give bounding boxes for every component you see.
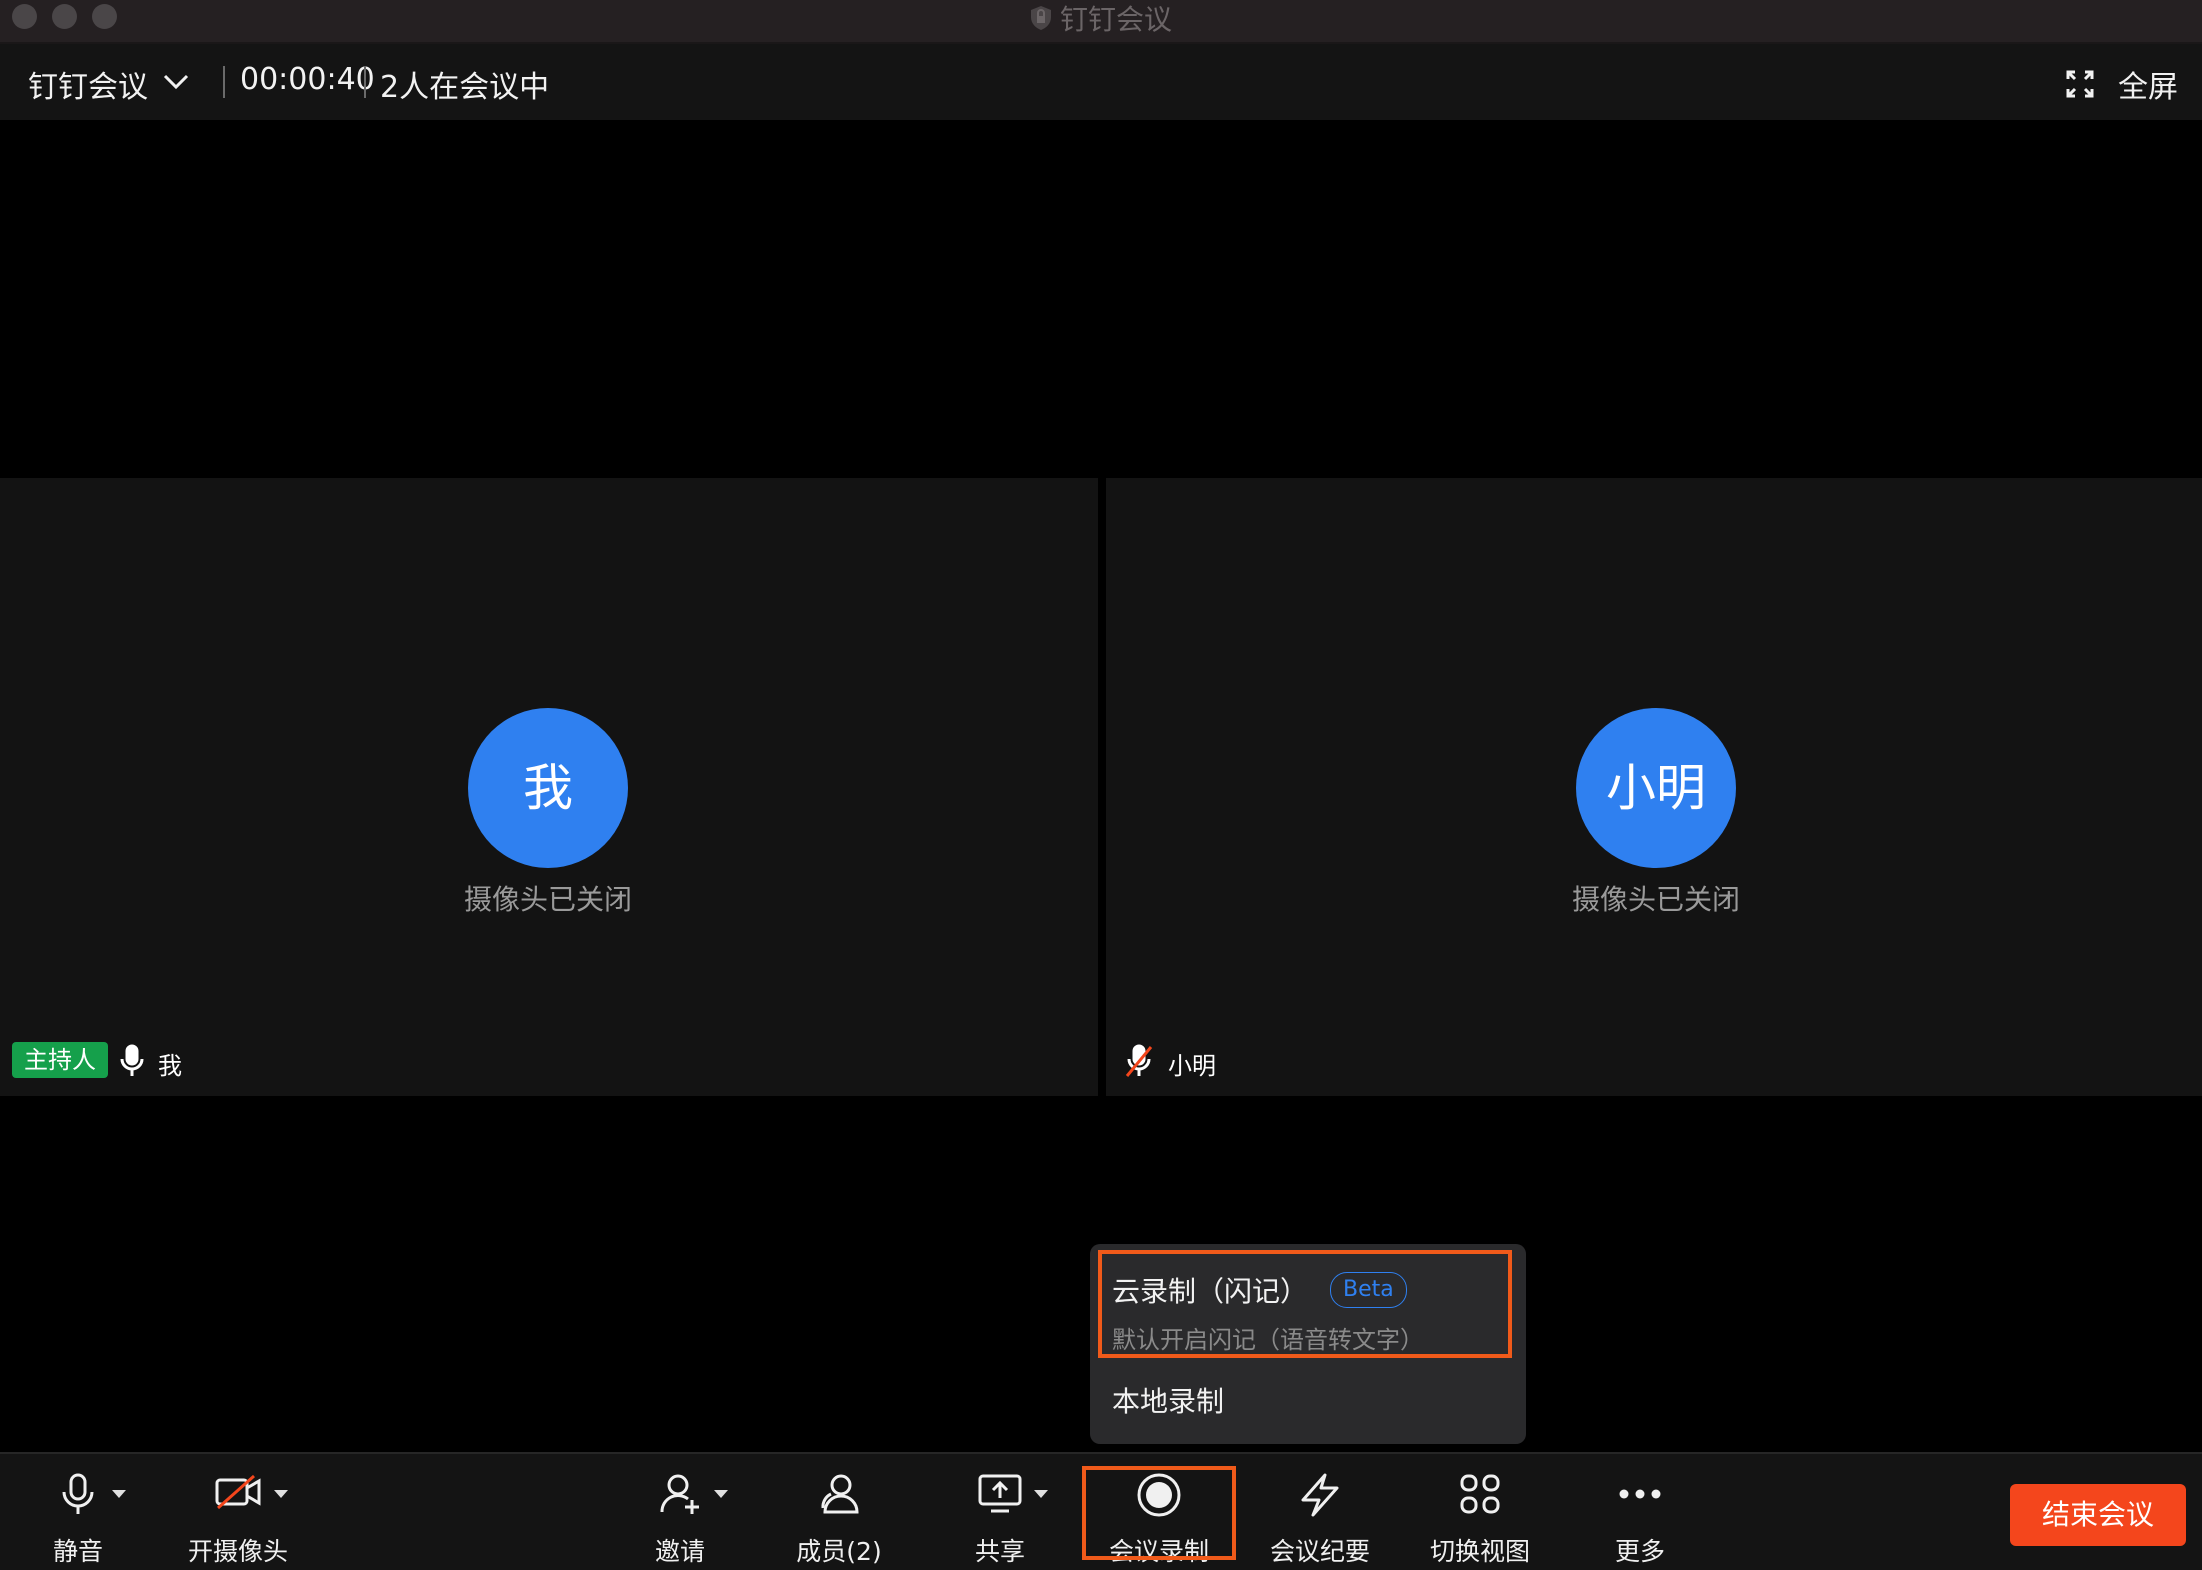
camera-off-text: 摄像头已关闭 <box>1571 883 1740 916</box>
end-meeting-button[interactable]: 结束会议 <box>2010 1484 2186 1546</box>
more-button[interactable]: 更多 <box>1590 1454 1690 1570</box>
minutes-button[interactable]: 会议纪要 <box>1264 1454 1376 1570</box>
record-button-highlight <box>1082 1466 1236 1560</box>
meeting-topbar: 钉钉会议 00:00:40 2人在会议中 全屏 <box>0 44 2202 120</box>
video-tile-xiaoming[interactable]: 小明 摄像头已关闭 小明 <box>1106 478 2202 1096</box>
meeting-timer: 00:00:40 <box>240 62 375 97</box>
chevron-down-icon[interactable] <box>160 66 192 102</box>
divider <box>223 66 225 98</box>
share-label: 共享 <box>974 1537 1025 1566</box>
camera-label: 开摄像头 <box>187 1537 288 1566</box>
lightning-icon <box>1297 1472 1343 1522</box>
switch-view-label: 切换视图 <box>1429 1537 1530 1566</box>
participant-name: 小明 <box>1168 1052 1216 1080</box>
shield-lock-icon <box>1030 5 1052 38</box>
host-badge: 主持人 <box>12 1042 108 1078</box>
minutes-label: 会议纪要 <box>1269 1537 1370 1566</box>
camera-off-text: 摄像头已关闭 <box>463 883 632 916</box>
user-icon <box>817 1472 861 1520</box>
fullscreen-button[interactable]: 全屏 <box>2118 62 2178 106</box>
members-label: 成员(2) <box>796 1537 882 1566</box>
divider <box>364 66 366 98</box>
microphone-icon <box>120 1044 144 1082</box>
window-title-wrap: 钉钉会议 <box>0 0 2202 38</box>
window-title: 钉钉会议 <box>1059 3 1172 36</box>
members-button[interactable]: 成员(2) <box>784 1454 894 1570</box>
camera-button[interactable]: 开摄像头 <box>178 1454 298 1570</box>
share-button[interactable]: 共享 <box>952 1454 1048 1570</box>
camera-off-icon <box>214 1472 262 1516</box>
camera-options-caret[interactable] <box>274 1490 288 1498</box>
cloud-record-highlight <box>1098 1250 1512 1358</box>
avatar: 我 <box>468 708 628 868</box>
avatar: 小明 <box>1576 708 1736 868</box>
more-label: 更多 <box>1614 1537 1665 1566</box>
mute-options-caret[interactable] <box>112 1490 126 1498</box>
invite-label: 邀请 <box>654 1537 705 1566</box>
share-options-caret[interactable] <box>1034 1490 1048 1498</box>
mute-button[interactable]: 静音 <box>30 1454 126 1570</box>
switch-view-button[interactable]: 切换视图 <box>1424 1454 1536 1570</box>
participant-count: 2人在会议中 <box>380 70 550 105</box>
add-user-icon <box>658 1472 702 1520</box>
video-tile-self[interactable]: 我 摄像头已关闭 主持人 我 <box>0 478 1098 1096</box>
microphone-muted-icon <box>1124 1044 1154 1082</box>
window-titlebar: 钉钉会议 <box>0 0 2202 44</box>
share-screen-icon <box>977 1472 1023 1518</box>
more-icon <box>1617 1472 1663 1520</box>
meeting-app-name[interactable]: 钉钉会议 <box>28 62 148 106</box>
mute-label: 静音 <box>52 1537 103 1566</box>
fullscreen-icon[interactable] <box>2066 70 2094 102</box>
participant-name: 我 <box>158 1052 182 1080</box>
microphone-icon <box>60 1472 96 1520</box>
invite-button[interactable]: 邀请 <box>632 1454 728 1570</box>
invite-options-caret[interactable] <box>714 1490 728 1498</box>
local-record-option[interactable]: 本地录制 <box>1112 1380 1224 1420</box>
grid-view-icon <box>1458 1472 1502 1520</box>
